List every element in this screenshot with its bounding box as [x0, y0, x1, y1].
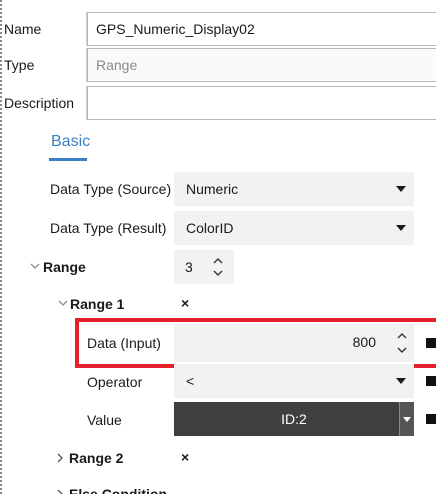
- range-count-value: 3: [185, 259, 193, 275]
- range2-delete-icon[interactable]: ×: [181, 449, 189, 465]
- tab-basic[interactable]: Basic: [51, 133, 90, 151]
- name-field[interactable]: GPS_Numeric_Display02: [87, 12, 436, 46]
- range1-label: Range 1: [70, 296, 125, 312]
- operator-label: Operator: [87, 374, 143, 390]
- range-count-stepper[interactable]: 3: [174, 250, 234, 284]
- chevron-right-icon[interactable]: [56, 453, 64, 463]
- name-label: Name: [2, 12, 87, 46]
- type-label: Type: [2, 48, 87, 82]
- data-type-result-value: ColorID: [186, 220, 234, 236]
- value-label: Value: [87, 412, 122, 428]
- chevron-expanded-icon[interactable]: [30, 262, 40, 270]
- value-value: ID:2: [281, 411, 307, 427]
- data-type-source-value: Numeric: [186, 181, 239, 197]
- chevron-expanded-icon[interactable]: [58, 299, 68, 307]
- value-binding-marker[interactable]: [426, 414, 436, 424]
- range1-delete-icon[interactable]: ×: [181, 295, 189, 311]
- data-type-result-select[interactable]: ColorID: [174, 211, 414, 245]
- range-label: Range: [43, 259, 86, 275]
- dropdown-arrow-icon: [396, 186, 406, 192]
- data-type-result-label: Data Type (Result): [50, 220, 167, 236]
- dropdown-arrow-icon: [403, 417, 411, 422]
- range2-label: Range 2: [69, 450, 124, 466]
- tab-basic-underline: [49, 158, 87, 161]
- description-field[interactable]: [87, 86, 436, 120]
- value-dropdown-button[interactable]: [399, 402, 414, 436]
- data-type-source-label: Data Type (Source): [50, 181, 172, 197]
- data-type-source-select[interactable]: Numeric: [174, 172, 414, 206]
- description-label: Description: [2, 86, 87, 120]
- highlight-box: [75, 318, 436, 368]
- operator-binding-marker[interactable]: [426, 376, 436, 386]
- type-field: Range: [87, 48, 436, 82]
- spinner-icon[interactable]: [212, 257, 224, 277]
- dropdown-arrow-icon: [396, 378, 406, 384]
- dropdown-arrow-icon: [396, 225, 406, 231]
- chevron-right-icon[interactable]: [56, 489, 64, 494]
- operator-value: <: [186, 373, 195, 389]
- else-condition-label: Else Condition: [69, 486, 167, 494]
- value-select[interactable]: ID:2: [174, 402, 414, 436]
- operator-select[interactable]: <: [174, 364, 414, 398]
